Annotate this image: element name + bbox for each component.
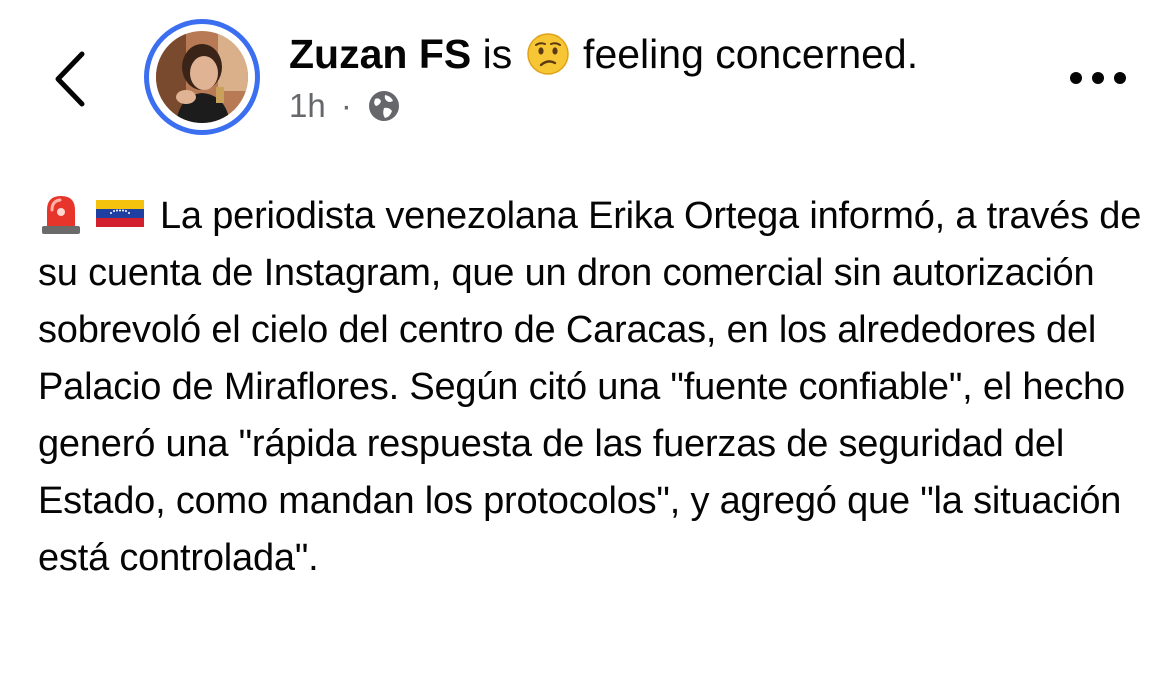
status-text: feeling concerned. xyxy=(583,31,919,77)
venezuela-flag-icon xyxy=(96,200,144,227)
post-text: La periodista venezolana Erika Ortega in… xyxy=(38,188,1148,587)
globe-icon[interactable] xyxy=(367,89,401,123)
author-name[interactable]: Zuzan FS xyxy=(289,31,471,77)
author-status-line: Zuzan FS is feeling concerned. xyxy=(289,28,918,80)
meta-separator: · xyxy=(340,87,352,124)
profile-photo xyxy=(156,31,248,123)
more-options-button[interactable] xyxy=(1066,66,1130,90)
chevron-left-icon xyxy=(55,51,85,107)
back-button[interactable] xyxy=(44,44,104,114)
post-meta: 1h · xyxy=(289,84,401,128)
police-light-icon xyxy=(42,196,80,234)
more-horizontal-icon xyxy=(1070,72,1126,84)
timestamp[interactable]: 1h xyxy=(289,87,326,124)
post-text-content: La periodista venezolana Erika Ortega in… xyxy=(38,195,1142,579)
avatar[interactable] xyxy=(144,19,260,135)
status-prefix: is xyxy=(482,31,513,77)
post-header: Zuzan FS is feeling concerned. 1h · xyxy=(0,0,1170,160)
worried-face-icon xyxy=(526,33,569,75)
